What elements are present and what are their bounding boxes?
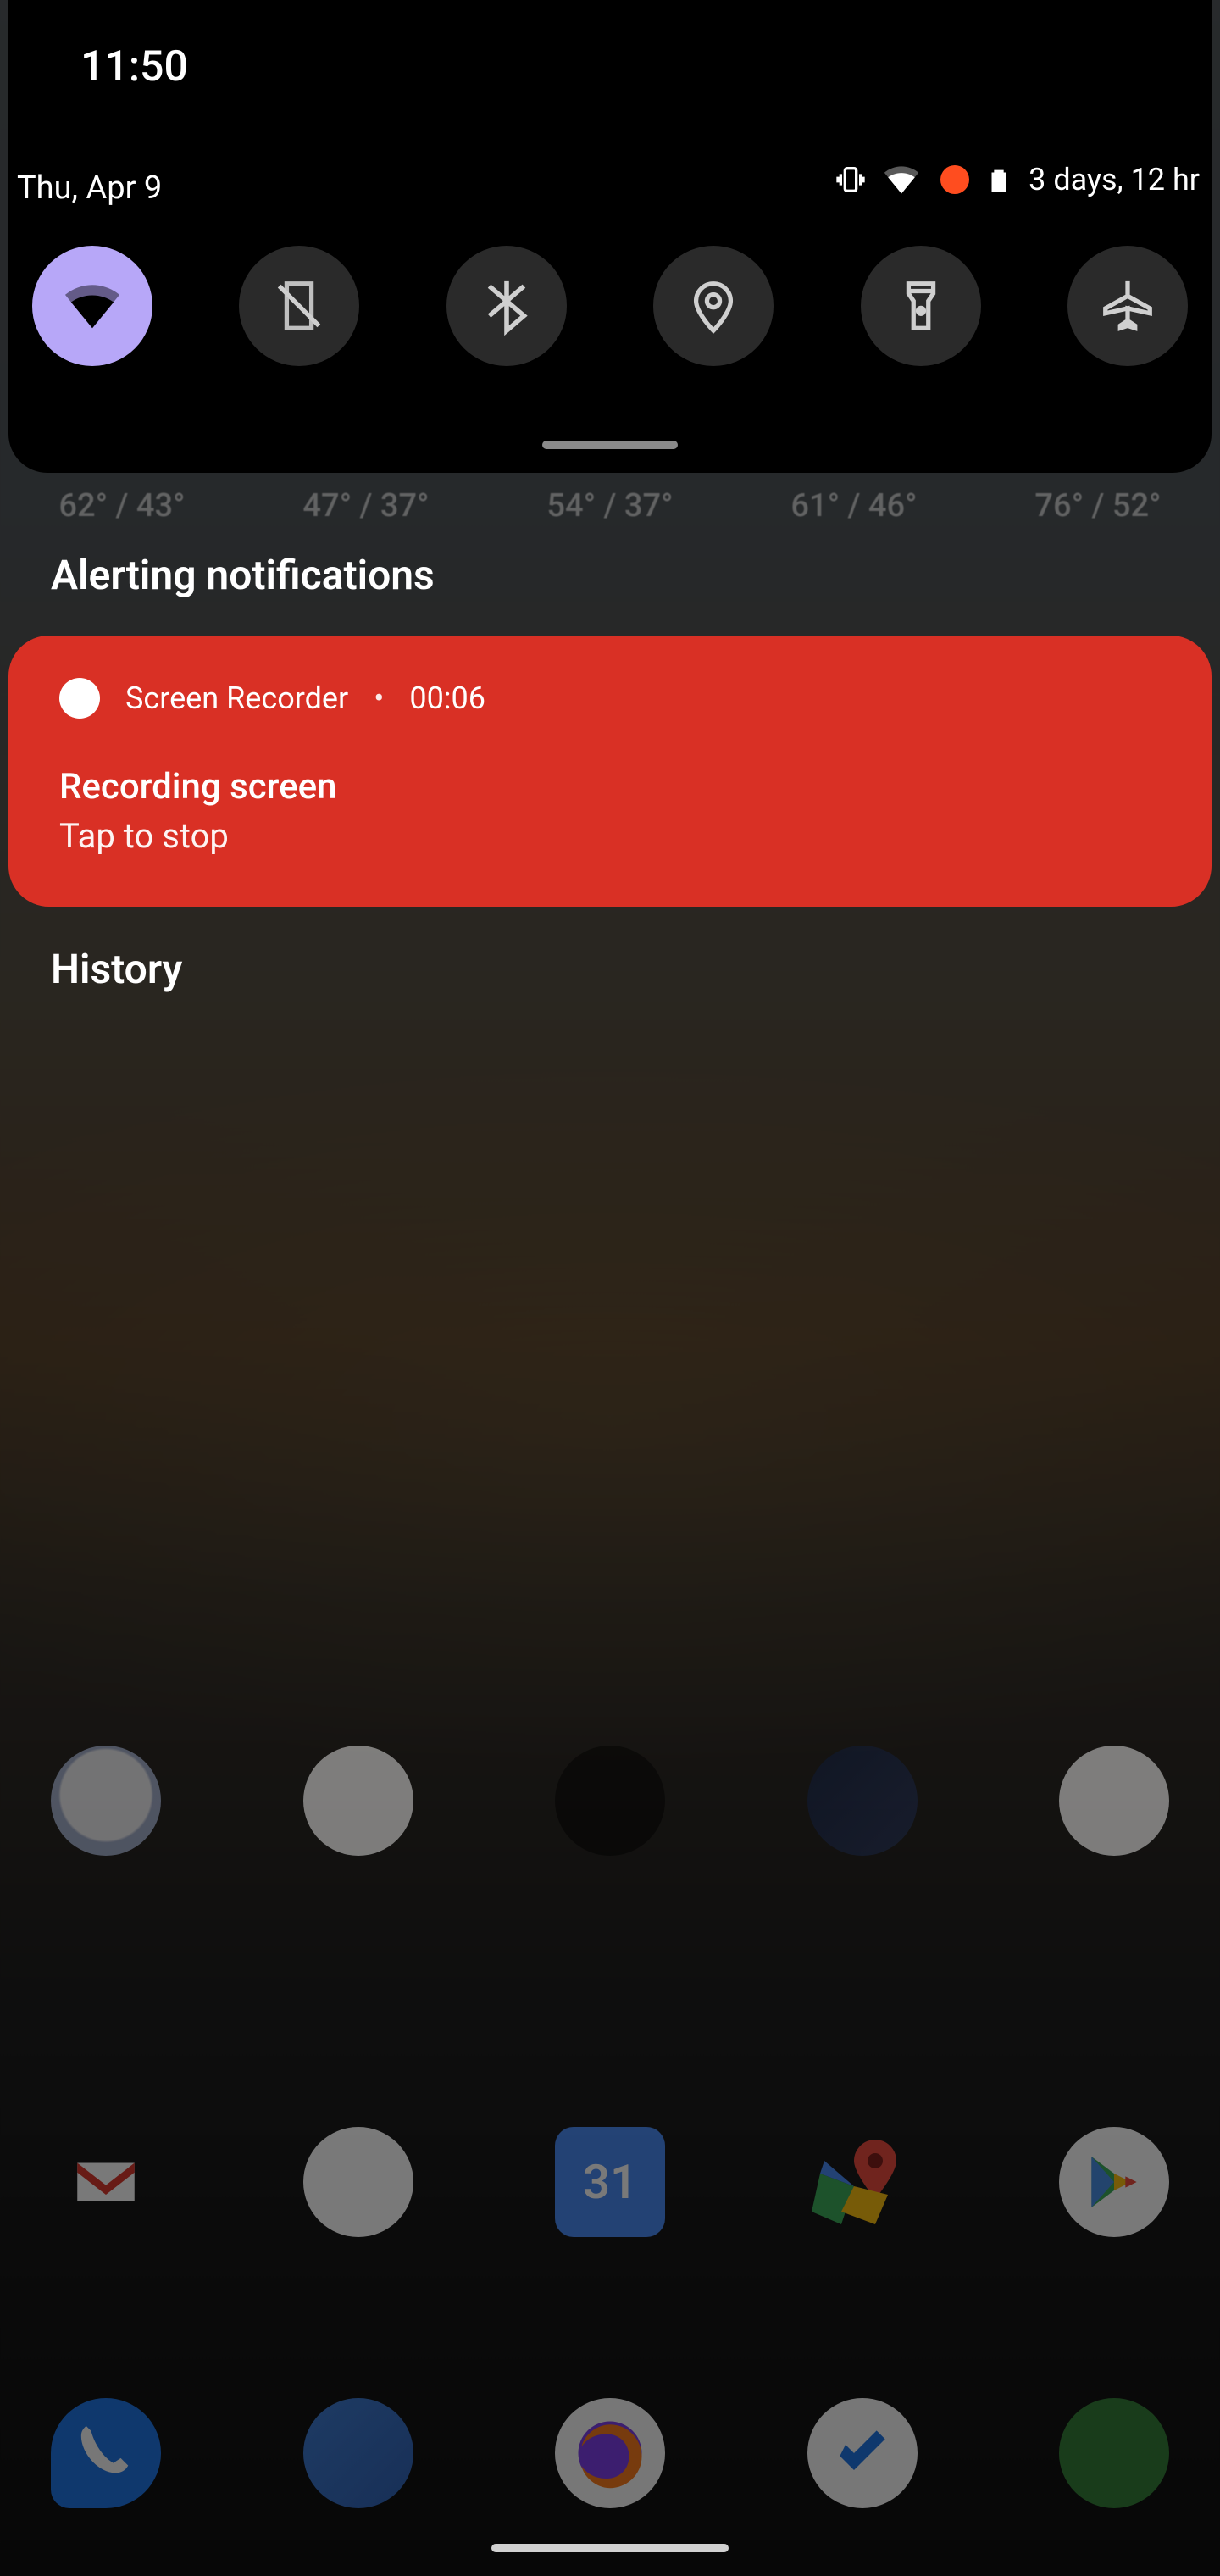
quick-settings-panel[interactable]: 11:50 Thu, Apr 9 3 days, 12 hr [8, 0, 1212, 473]
qs-tile-flashlight[interactable] [861, 246, 981, 366]
qs-drag-handle[interactable] [542, 441, 678, 449]
app-signal[interactable] [303, 2398, 413, 2508]
home-row-1 [51, 1746, 1169, 1856]
wifi-icon [63, 276, 122, 336]
battery-icon [984, 163, 1013, 197]
status-date[interactable]: Thu, Apr 9 [17, 169, 162, 207]
app-calendar[interactable]: 31 [555, 2127, 665, 2237]
status-icons-right: 3 days, 12 hr [834, 161, 1200, 198]
app-slack[interactable] [303, 2127, 413, 2237]
home-row-3 [51, 2398, 1169, 2508]
no-sim-icon [269, 276, 329, 336]
recording-dot-icon [59, 678, 100, 719]
app-pocket[interactable] [1059, 1746, 1169, 1856]
bluetooth-icon [477, 276, 536, 336]
app-maps[interactable] [807, 2127, 918, 2237]
app-burger[interactable] [1059, 2398, 1169, 2508]
section-alerting-heading: Alerting notifications [51, 551, 435, 599]
separator-dot-icon: • [374, 680, 384, 716]
qs-tile-bluetooth[interactable] [446, 246, 567, 366]
status-clock: 11:50 [80, 42, 188, 92]
qs-tile-no-sim[interactable] [239, 246, 359, 366]
airplane-icon [1098, 276, 1157, 336]
qs-tile-wifi[interactable] [32, 246, 152, 366]
home-row-2: 31 [51, 2127, 1169, 2237]
app-firefox[interactable] [555, 2398, 665, 2508]
qs-tile-airplane[interactable] [1068, 246, 1188, 366]
qs-tile-location[interactable] [653, 246, 774, 366]
notification-subtitle: Tap to stop [59, 816, 1161, 856]
app-office[interactable] [303, 1746, 413, 1856]
app-tidal[interactable] [555, 1746, 665, 1856]
notification-elapsed: 00:06 [409, 680, 485, 716]
app-play-store[interactable] [1059, 2127, 1169, 2237]
app-phone[interactable] [51, 2398, 161, 2508]
battery-label: 3 days, 12 hr [1029, 162, 1200, 197]
notification-screen-recorder[interactable]: Screen Recorder • 00:06 Recording screen… [8, 636, 1212, 907]
vibrate-icon [834, 163, 868, 197]
flashlight-icon [891, 276, 951, 336]
notification-app-name: Screen Recorder [125, 680, 348, 716]
recording-indicator-icon [940, 165, 969, 194]
section-history-heading[interactable]: History [51, 945, 182, 993]
app-gmail[interactable] [51, 2127, 161, 2237]
quick-settings-tiles [32, 246, 1188, 366]
location-icon [684, 276, 743, 336]
app-rocket[interactable] [807, 1746, 918, 1856]
gesture-nav-bar[interactable] [491, 2544, 729, 2552]
app-clock[interactable] [51, 1746, 161, 1856]
app-todo[interactable] [807, 2398, 918, 2508]
wifi-status-icon [883, 161, 920, 198]
notification-header: Screen Recorder • 00:06 [59, 678, 1161, 719]
notification-title: Recording screen [59, 766, 1161, 808]
